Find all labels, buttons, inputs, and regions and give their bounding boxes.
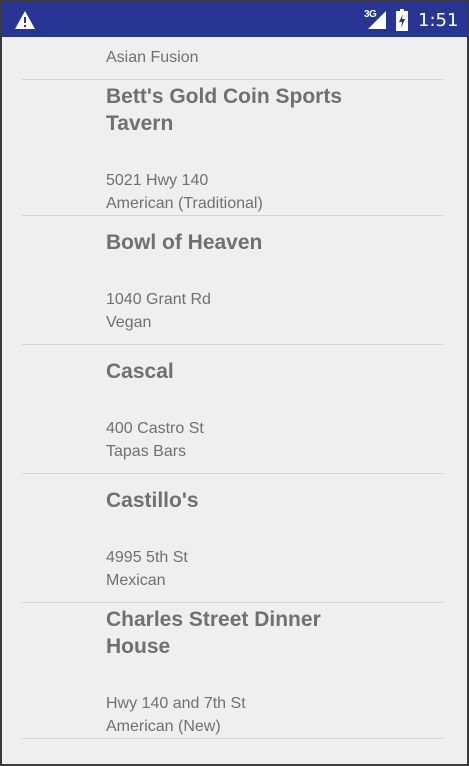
battery-charging-icon [396,9,408,31]
restaurant-category: American (Traditional) [106,195,263,212]
restaurant-name: Castillo's [106,489,199,512]
list-divider [22,738,444,739]
restaurant-category: Mexican [106,572,166,589]
restaurant-name: Charles Street Dinner House [106,608,321,658]
status-clock: 1:51 [418,10,459,31]
app-screen: 3G 1:51 Asian Fusion Bett's Gold Coin Sp… [2,2,467,764]
restaurant-address: 5021 Hwy 140 [106,172,209,189]
list-divider [22,602,444,603]
signal-icon [368,11,386,29]
restaurant-address: 1040 Grant Rd [106,291,211,308]
status-bar: 3G 1:51 [2,2,467,37]
restaurant-category: Vegan [106,314,152,331]
list-divider [22,79,444,80]
list-divider [22,215,444,216]
partial-item-category: Asian Fusion [106,49,199,66]
list-divider [22,344,444,345]
restaurant-address: 4995 5th St [106,549,188,566]
list-divider [22,473,444,474]
restaurant-name: Bowl of Heaven [106,231,263,254]
restaurant-address: 400 Castro St [106,420,204,437]
restaurant-name: Cascal [106,360,174,383]
restaurant-address: Hwy 140 and 7th St [106,695,246,712]
warning-icon [15,11,35,29]
restaurant-list[interactable]: Asian Fusion Bett's Gold Coin Sports Tav… [2,37,467,764]
restaurant-name: Bett's Gold Coin Sports Tavern [106,85,342,135]
restaurant-category: Tapas Bars [106,443,187,460]
restaurant-category: American (New) [106,718,221,735]
